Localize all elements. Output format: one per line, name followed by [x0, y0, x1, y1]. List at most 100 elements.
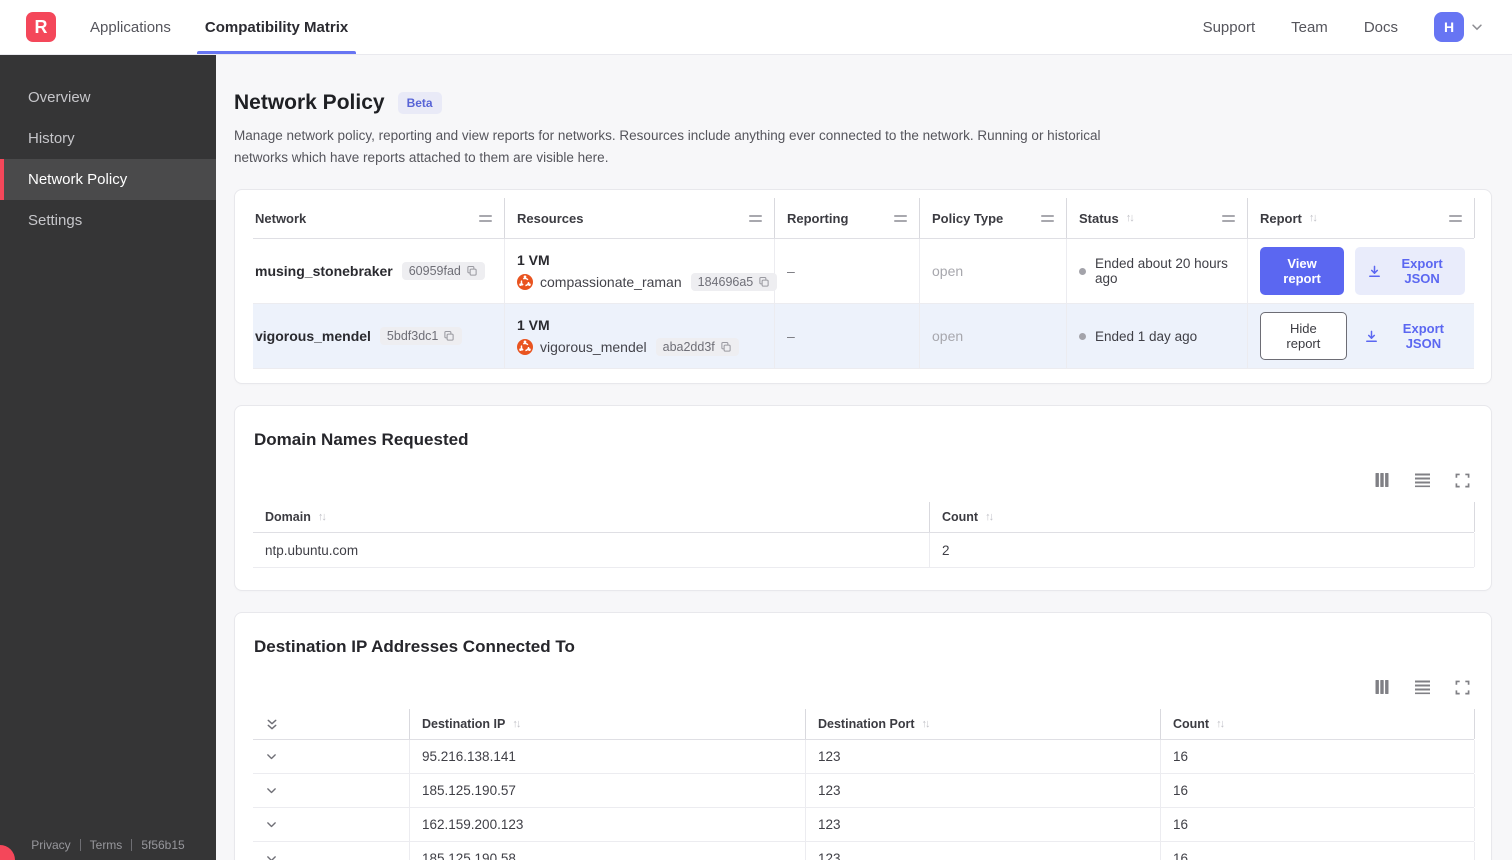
column-header-resources[interactable]: Resources	[505, 198, 775, 239]
column-header-network[interactable]: Network	[253, 198, 505, 239]
copy-icon[interactable]	[758, 276, 770, 288]
vm-count: 1 VM	[517, 251, 550, 268]
avatar[interactable]: H	[1434, 12, 1464, 42]
ip-cell: 185.125.190.57	[410, 774, 806, 808]
user-menu[interactable]: H	[1434, 12, 1484, 42]
row-expander[interactable]	[253, 774, 410, 808]
networks-table-card: Network Resources Reporting Policy Type …	[234, 189, 1492, 385]
row-expander[interactable]	[253, 740, 410, 774]
export-json-button[interactable]: Export JSON	[1358, 312, 1465, 360]
sort-icon[interactable]	[318, 511, 325, 523]
column-menu-icon[interactable]	[1447, 211, 1464, 226]
sort-icon[interactable]	[1126, 212, 1133, 224]
primary-nav: Applications Compatibility Matrix	[90, 0, 357, 54]
column-header-count[interactable]: Count	[930, 502, 1475, 533]
copy-icon[interactable]	[466, 265, 478, 277]
column-menu-icon[interactable]	[892, 211, 909, 226]
docs-link[interactable]: Docs	[1364, 19, 1398, 36]
view-report-button[interactable]: View report	[1260, 247, 1345, 296]
dest-ip-row: 95.216.138.141 123 16	[253, 740, 1475, 775]
copy-icon[interactable]	[443, 330, 455, 342]
column-menu-icon[interactable]	[1220, 211, 1237, 226]
status-dot-icon	[1079, 332, 1086, 340]
column-header-count[interactable]: Count	[1161, 709, 1475, 740]
column-header-destination-port[interactable]: Destination Port	[806, 709, 1161, 740]
tab-compatibility-matrix[interactable]: Compatibility Matrix	[196, 0, 357, 54]
fullscreen-icon[interactable]	[1455, 680, 1470, 695]
app-logo[interactable]: R	[26, 12, 56, 42]
sidebar: Overview History Network Policy Settings…	[0, 55, 216, 860]
chevron-down-icon[interactable]	[265, 750, 278, 763]
column-header-domain[interactable]: Domain	[253, 502, 930, 533]
export-json-button[interactable]: Export JSON	[1355, 247, 1465, 296]
count-cell: 16	[1161, 842, 1475, 860]
count-cell: 2	[930, 533, 1475, 568]
sidebar-item-history[interactable]: History	[0, 118, 216, 159]
ubuntu-icon	[517, 338, 533, 355]
sidebar-item-settings[interactable]: Settings	[0, 200, 216, 241]
divider	[131, 839, 133, 851]
status-cell: Ended about 20 hours ago	[1067, 239, 1248, 304]
sidebar-item-network-policy[interactable]: Network Policy	[0, 159, 216, 200]
resources-cell: 1 VM vigorous_mendel aba2dd3f	[505, 304, 775, 369]
double-chevron-down-icon[interactable]	[265, 717, 279, 732]
column-header-destination-ip[interactable]: Destination IP	[410, 709, 806, 740]
dest-ip-card: Destination IP Addresses Connected To De…	[234, 612, 1492, 860]
expand-all-header[interactable]	[253, 709, 410, 740]
column-header-policy-type[interactable]: Policy Type	[920, 198, 1067, 239]
network-name: vigorous_mendel	[255, 328, 371, 345]
dest-ip-row: 162.159.200.123 123 16	[253, 808, 1475, 843]
columns-icon[interactable]	[1374, 679, 1390, 695]
columns-icon[interactable]	[1374, 472, 1390, 488]
vm-count: 1 VM	[517, 316, 550, 333]
fullscreen-icon[interactable]	[1455, 473, 1470, 488]
sidebar-footer: Privacy Terms 5f56b15	[0, 838, 216, 852]
beta-badge: Beta	[397, 92, 442, 114]
topbar-right: Support Team Docs H	[1203, 12, 1484, 42]
resources-cell: 1 VM compassionate_raman 184696a5	[505, 239, 778, 304]
hash-badge[interactable]: 184696a5	[690, 272, 778, 291]
sort-icon[interactable]	[922, 718, 929, 730]
sort-icon[interactable]	[1309, 212, 1316, 224]
port-cell: 123	[806, 740, 1161, 774]
hash-badge[interactable]: aba2dd3f	[655, 337, 739, 356]
column-header-reporting[interactable]: Reporting	[775, 198, 920, 239]
chevron-down-icon[interactable]	[265, 818, 278, 831]
copy-icon[interactable]	[720, 341, 732, 353]
chevron-down-icon[interactable]	[265, 784, 278, 797]
row-expander[interactable]	[253, 808, 410, 842]
domain-cell: ntp.ubuntu.com	[253, 533, 930, 568]
download-icon	[1367, 264, 1382, 279]
terms-link[interactable]: Terms	[90, 838, 123, 852]
hash-badge[interactable]: 60959fad	[401, 262, 485, 281]
sort-icon[interactable]	[512, 718, 519, 730]
count-cell: 16	[1161, 774, 1475, 808]
column-header-report[interactable]: Report	[1248, 198, 1475, 239]
team-link[interactable]: Team	[1291, 19, 1328, 36]
column-menu-icon[interactable]	[477, 211, 494, 226]
column-header-status[interactable]: Status	[1067, 198, 1248, 239]
port-cell: 123	[806, 842, 1161, 860]
column-menu-icon[interactable]	[1039, 211, 1056, 226]
support-link[interactable]: Support	[1203, 19, 1256, 36]
density-icon[interactable]	[1414, 679, 1431, 695]
sort-icon[interactable]	[985, 511, 992, 523]
privacy-link[interactable]: Privacy	[31, 838, 70, 852]
status-cell: Ended 1 day ago	[1067, 304, 1248, 369]
build-hash: 5f56b15	[141, 838, 185, 852]
row-expander[interactable]	[253, 842, 410, 860]
hash-badge[interactable]: 5bdf3dc1	[379, 327, 463, 346]
column-menu-icon[interactable]	[747, 211, 764, 226]
tab-applications[interactable]: Applications	[90, 0, 171, 54]
divider	[79, 839, 81, 851]
chevron-down-icon	[1470, 20, 1484, 34]
network-row: vigorous_mendel 5bdf3dc1 1 VM vigorous_m…	[253, 304, 1474, 370]
density-icon[interactable]	[1414, 472, 1431, 488]
hide-report-button[interactable]: Hide report	[1260, 312, 1347, 361]
sidebar-item-overview[interactable]: Overview	[0, 77, 216, 118]
networks-table-header: Network Resources Reporting Policy Type …	[253, 198, 1475, 240]
report-cell: View report Export JSON	[1248, 239, 1475, 303]
main-content: Network Policy Beta Manage network polic…	[216, 55, 1512, 860]
sort-icon[interactable]	[1216, 718, 1223, 730]
chevron-down-icon[interactable]	[265, 852, 278, 860]
